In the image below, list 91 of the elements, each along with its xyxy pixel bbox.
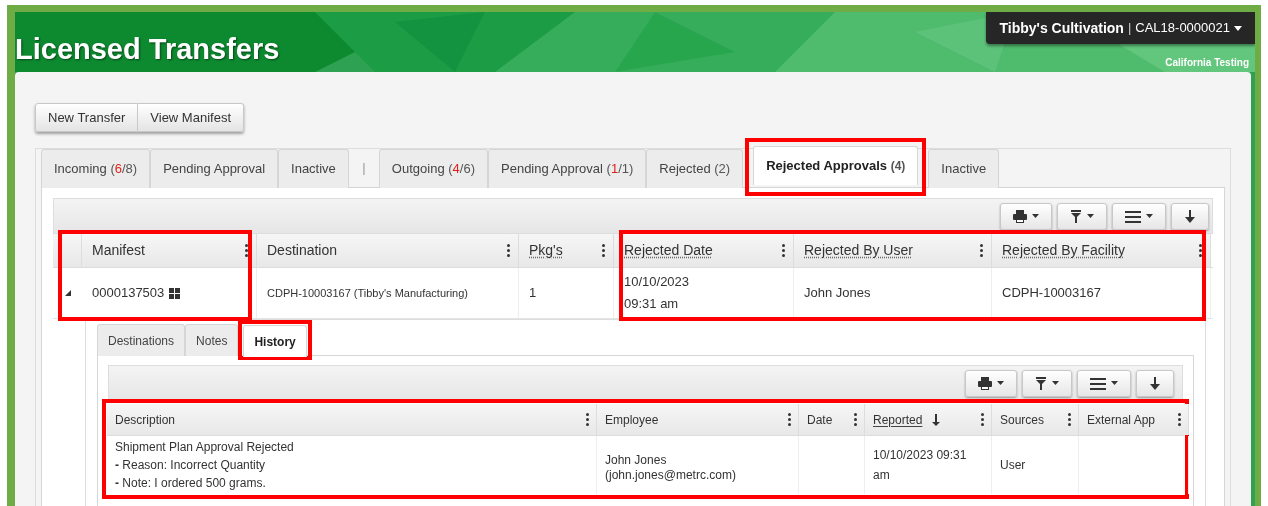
license-number: CAL18-0000021: [1135, 19, 1230, 38]
table-cell-text: 10/10/2023 09:31 am: [624, 273, 690, 313]
column-header[interactable]: Reported: [865, 404, 992, 435]
tab[interactable]: Pending Approval (1/1): [488, 149, 647, 188]
table-cell-text: User: [1000, 457, 1026, 474]
download-icon: [1185, 209, 1195, 223]
action-button[interactable]: View Manifest: [138, 103, 244, 132]
tab[interactable]: Rejected (2): [646, 149, 744, 188]
column-title: Destination: [267, 241, 338, 260]
separator-text: |: [1127, 19, 1132, 38]
environment-label: California Testing: [1165, 56, 1249, 70]
print-button[interactable]: [965, 369, 1017, 397]
kebab-icon: [586, 413, 589, 426]
column-header[interactable]: Sources: [992, 404, 1079, 435]
filter-icon: [1071, 209, 1081, 223]
print-icon: [1013, 209, 1027, 223]
page-title: Licensed Transfers: [15, 32, 280, 67]
tab[interactable]: Incoming (6/8): [41, 149, 151, 188]
tab[interactable]: Inactive: [928, 149, 1000, 188]
column-header[interactable]: Manifest: [82, 234, 257, 267]
kebab-icon: [1068, 413, 1071, 426]
filter-button[interactable]: [1057, 202, 1107, 230]
filter-icon: [1036, 376, 1046, 390]
column-header[interactable]: External App: [1079, 404, 1189, 435]
columns-button[interactable]: [1077, 369, 1131, 397]
column-title: Reported: [873, 411, 923, 429]
kebab-icon: [981, 413, 984, 426]
table-cell-text: 0000137503: [92, 284, 165, 302]
table-cell-text: John Jones: [804, 284, 871, 302]
column-title: External App: [1087, 411, 1156, 429]
tab[interactable]: Destinations: [97, 324, 186, 356]
action-button[interactable]: New Transfer: [35, 103, 139, 132]
kebab-icon: [1178, 413, 1181, 426]
column-title: Date: [807, 411, 833, 429]
kebab-icon: [980, 244, 983, 257]
kebab-icon: [788, 413, 791, 426]
export-button[interactable]: [1171, 202, 1209, 230]
caret-icon: [997, 381, 1004, 385]
expand-caret-icon[interactable]: [64, 290, 71, 296]
menu-icon: [1125, 210, 1141, 223]
table-cell-text: CDPH-10003167: [1002, 284, 1101, 302]
facility-name: Tibby's Cultivation: [999, 18, 1124, 38]
kebab-icon: [602, 244, 605, 257]
print-icon: [978, 376, 992, 390]
column-header[interactable]: Employee: [597, 404, 799, 435]
grid-icon: [169, 287, 181, 299]
caret-icon: [1146, 214, 1153, 218]
caret-icon: [1052, 381, 1059, 385]
column-title: Rejected Date: [624, 241, 713, 260]
column-title: Rejected By User: [804, 241, 913, 260]
column-header[interactable]: Date: [799, 404, 865, 435]
tab[interactable]: Outgoing (4/6): [378, 149, 488, 188]
columns-button[interactable]: [1112, 202, 1166, 230]
caret-icon: [1234, 25, 1242, 31]
export-button[interactable]: [1136, 369, 1174, 397]
column-title: Pkg's: [529, 241, 563, 260]
column-title: Rejected By Facility: [1002, 241, 1125, 260]
column-title: Sources: [1000, 411, 1045, 429]
column-header[interactable]: Rejected By User: [794, 234, 992, 267]
table-cell-text: 10/10/2023 09:31 am: [873, 447, 968, 484]
kebab-icon: [507, 244, 510, 257]
kebab-icon: [245, 244, 248, 257]
column-title: Manifest: [92, 241, 145, 260]
kebab-icon: [782, 244, 785, 257]
menu-icon: [1090, 377, 1106, 390]
tab[interactable]: Notes: [185, 324, 239, 356]
caret-icon: [1111, 381, 1118, 385]
print-button[interactable]: [1000, 202, 1052, 230]
kebab-icon: [1199, 244, 1202, 257]
column-title: Description: [115, 411, 176, 429]
column-header[interactable]: Rejected Date: [614, 234, 794, 267]
column-header[interactable]: Pkg's: [519, 234, 614, 267]
column-header[interactable]: Description: [107, 404, 597, 435]
kebab-icon: [854, 413, 857, 426]
table-cell-text: 1: [529, 284, 537, 302]
column-header[interactable]: Destination: [257, 234, 519, 267]
tab[interactable]: Rejected Approvals (4): [753, 146, 919, 185]
table-cell-text: CDPH-10003167 (Tibby's Manufacturing): [267, 286, 468, 301]
filter-button[interactable]: [1022, 369, 1072, 397]
tab-separator: |: [361, 159, 367, 178]
tab[interactable]: Pending Approval: [150, 149, 279, 188]
caret-icon: [1032, 214, 1039, 218]
column-header[interactable]: Rejected By Facility: [992, 234, 1211, 267]
download-icon: [1150, 376, 1160, 390]
facility-dropdown[interactable]: Tibby's Cultivation | CAL18-0000021: [986, 12, 1255, 44]
tab[interactable]: History: [243, 325, 307, 357]
table-cell-text: John Jones (john.jones@metrc.com): [605, 452, 736, 483]
tab[interactable]: Inactive: [278, 149, 349, 188]
caret-icon: [1087, 214, 1094, 218]
table-cell-text: Shipment Plan Approval Rejected - Reason: Incorrect Quantity - Note: I ordered 500 grams.: [115, 439, 294, 492]
column-title: Employee: [605, 411, 659, 429]
